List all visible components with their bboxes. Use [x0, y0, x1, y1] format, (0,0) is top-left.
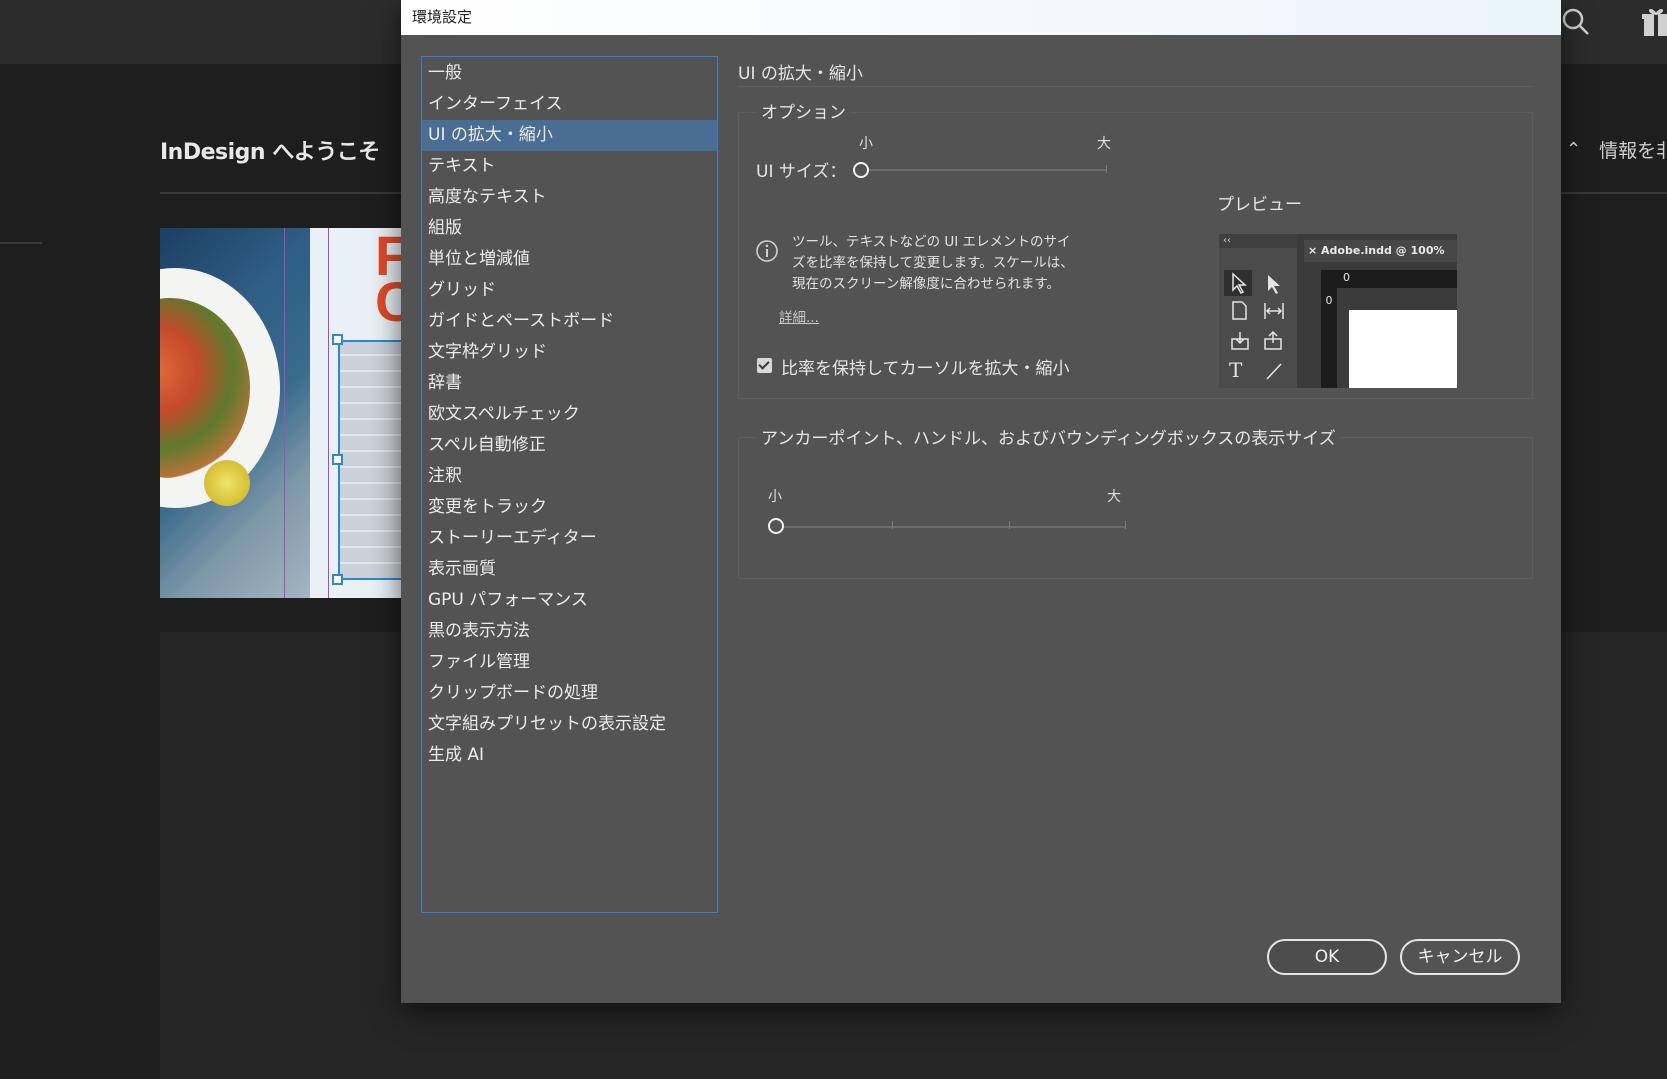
- ui-size-label: UI サイズ：: [756, 162, 847, 182]
- thumbnail-handle: [332, 454, 343, 465]
- right-divider: [1560, 192, 1667, 194]
- preview-label: プレビュー: [1217, 195, 1302, 215]
- preview-collapse-icon: ‹‹: [1219, 234, 1297, 248]
- scale-cursor-label[interactable]: 比率を保持してカーソルを拡大・縮小: [781, 354, 1070, 379]
- preview-tools-panel: ‹‹ T: [1219, 234, 1297, 388]
- panel-title-divider: [738, 86, 1533, 87]
- chevron-up-icon: ⌃: [1566, 139, 1582, 160]
- thumbnail-handle: [332, 334, 343, 345]
- ui-size-slider-tick: [1106, 165, 1107, 173]
- info-text-line2: ズを比率を保持して変更します。スケールは、: [792, 255, 1074, 271]
- ok-button[interactable]: OK: [1267, 939, 1387, 975]
- category-notes[interactable]: 注釈: [422, 461, 717, 492]
- anchor-size-title: アンカーポイント、ハンドル、およびバウンディングボックスの表示サイズ: [757, 424, 1340, 449]
- scale-cursor-checkbox[interactable]: [757, 358, 772, 373]
- category-general[interactable]: 一般: [422, 58, 717, 89]
- category-frame-grid[interactable]: 文字枠グリッド: [422, 337, 717, 368]
- search-icon[interactable]: [1560, 6, 1592, 38]
- preview-vertical-ruler: 0: [1321, 288, 1337, 388]
- category-interface[interactable]: インターフェイス: [422, 89, 717, 120]
- line-tool-icon: [1263, 360, 1285, 387]
- template-thumbnail[interactable]: F C: [160, 228, 410, 598]
- ui-size-slider-knob[interactable]: [853, 162, 869, 178]
- panel-title: UI の拡大・縮小: [738, 64, 863, 84]
- anchor-size-slider-tick: [892, 521, 893, 529]
- category-black-appearance[interactable]: 黒の表示方法: [422, 616, 717, 647]
- category-gpu-performance[interactable]: GPU パフォーマンス: [422, 585, 717, 616]
- category-ui-scaling[interactable]: UI の拡大・縮小: [422, 120, 717, 151]
- category-story-editor[interactable]: ストーリーエディター: [422, 523, 717, 554]
- category-mojikumi-presets[interactable]: 文字組みプリセットの表示設定: [422, 709, 717, 740]
- anchor-size-slider-tick: [1009, 521, 1010, 529]
- dialog-title: 環境設定: [412, 8, 473, 26]
- category-file-handling[interactable]: ファイル管理: [422, 647, 717, 678]
- category-display-performance[interactable]: 表示画質: [422, 554, 717, 585]
- category-list[interactable]: 一般 インターフェイス UI の拡大・縮小 テキスト 高度なテキスト 組版 単位…: [421, 56, 718, 913]
- anchor-size-group: [738, 437, 1533, 579]
- content-collector-icon: [1229, 330, 1251, 357]
- page-tool-icon: [1229, 300, 1251, 327]
- content-placer-icon: [1262, 330, 1284, 357]
- welcome-divider: [160, 192, 410, 194]
- info-icon: [756, 240, 778, 262]
- category-autocorrect[interactable]: スペル自動修正: [422, 430, 717, 461]
- preview-document-tab: × Adobe.indd @ 100%: [1304, 240, 1457, 262]
- ui-size-max-label: 大: [1097, 136, 1111, 152]
- info-text-line1: ツール、テキストなどの UI エレメントのサイ: [792, 234, 1071, 250]
- more-info-link[interactable]: 詳細...: [779, 306, 819, 326]
- ui-scale-preview: ‹‹ T × Adobe.indd @ 100% 0 0: [1219, 234, 1457, 388]
- category-generative-ai[interactable]: 生成 AI: [422, 740, 717, 771]
- dialog-titlebar[interactable]: 環境設定: [401, 0, 1561, 35]
- category-advanced-type[interactable]: 高度なテキスト: [422, 182, 717, 213]
- category-clipboard[interactable]: クリップボードの処理: [422, 678, 717, 709]
- gap-tool-icon: [1262, 300, 1286, 327]
- cancel-button[interactable]: キャンセル: [1400, 939, 1520, 975]
- left-divider: [0, 242, 42, 244]
- thumbnail-handle: [332, 574, 343, 585]
- thumbnail-lemon: [204, 460, 250, 506]
- selection-tool-icon: [1224, 270, 1252, 296]
- anchor-size-slider-tick: [1125, 521, 1126, 529]
- preview-page: [1349, 310, 1457, 388]
- info-text-line3: 現在のスクリーン解像度に合わせられます。: [792, 276, 1060, 292]
- welcome-title: InDesign へようこそ: [160, 140, 380, 165]
- direct-selection-tool-icon: [1261, 272, 1285, 301]
- anchor-size-max-label: 大: [1107, 489, 1121, 505]
- anchor-size-slider-knob[interactable]: [768, 518, 784, 534]
- preferences-dialog: 環境設定 一般 インターフェイス UI の拡大・縮小 テキスト 高度なテキスト …: [401, 0, 1561, 1003]
- thumbnail-margin-guide: [328, 228, 329, 598]
- category-units-increments[interactable]: 単位と増減値: [422, 244, 717, 275]
- category-composition[interactable]: 組版: [422, 213, 717, 244]
- anchor-size-slider-track[interactable]: [776, 526, 1126, 528]
- category-track-changes[interactable]: 変更をトラック: [422, 492, 717, 523]
- category-grids[interactable]: グリッド: [422, 275, 717, 306]
- options-group-title: オプション: [757, 98, 850, 123]
- info-toggle[interactable]: ⌃ 情報を非: [1566, 136, 1667, 163]
- info-toggle-label: 情報を非: [1599, 140, 1667, 162]
- gift-icon[interactable]: [1640, 6, 1667, 38]
- category-dictionary[interactable]: 辞書: [422, 368, 717, 399]
- category-type[interactable]: テキスト: [422, 151, 717, 182]
- preview-horizontal-ruler: 0: [1321, 270, 1457, 288]
- thumbnail-text-frame: [338, 340, 410, 580]
- ui-size-slider-track[interactable]: [861, 169, 1107, 171]
- category-guides-pasteboard[interactable]: ガイドとペーストボード: [422, 306, 717, 337]
- ui-size-min-label: 小: [859, 136, 873, 152]
- anchor-size-min-label: 小: [768, 489, 782, 505]
- thumbnail-margin-guide: [284, 228, 285, 598]
- category-spelling[interactable]: 欧文スペルチェック: [422, 399, 717, 430]
- type-tool-icon: T: [1229, 358, 1243, 382]
